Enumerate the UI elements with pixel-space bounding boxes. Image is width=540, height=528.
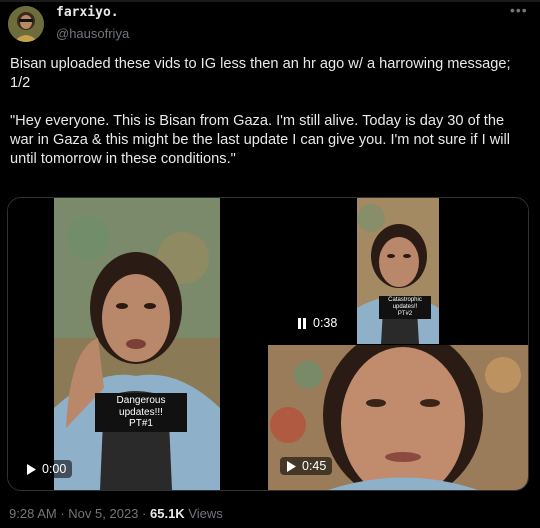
video-2-play-control[interactable]: 0:38	[291, 314, 343, 332]
video-1[interactable]: Dangerous updates!!! PT#1 0:00	[8, 198, 220, 490]
video-1-play-control[interactable]: 0:00	[20, 460, 73, 478]
views-count: 65.1K	[150, 506, 185, 521]
video-1-caption-sticker: Dangerous updates!!! PT#1	[95, 393, 187, 432]
avatar[interactable]	[8, 6, 44, 42]
video-3-duration: 0:45	[302, 459, 327, 473]
avatar-image	[8, 6, 44, 42]
video-2-caption-sticker: Catastrophic updates!! PT#2	[379, 296, 431, 319]
video-3-play-control[interactable]: 0:45	[280, 457, 333, 475]
video-1-caption-line2: PT#1	[129, 418, 153, 429]
separator: ·	[142, 506, 147, 521]
more-options-button[interactable]: •••	[510, 2, 528, 18]
media-grid: Dangerous updates!!! PT#1 0:00 Catastrop…	[7, 197, 529, 491]
video-2-duration: 0:38	[313, 316, 338, 330]
pause-icon	[298, 317, 306, 329]
tweet-date[interactable]: Nov 5, 2023	[68, 506, 138, 521]
top-divider	[0, 0, 540, 2]
video-3[interactable]: 0:45	[268, 345, 528, 490]
video-1-duration: 0:00	[42, 462, 67, 476]
author-display-name[interactable]: farxiyo.	[56, 5, 119, 20]
play-icon	[287, 460, 296, 472]
author-handle[interactable]: @hausofriya	[56, 26, 129, 41]
more-horizontal-icon: •••	[510, 2, 528, 18]
video-2[interactable]: Catastrophic updates!! PT#2 0:38	[221, 198, 528, 344]
tweet-text: Bisan uploaded these vids to IG less the…	[10, 56, 511, 167]
separator: ·	[60, 506, 65, 521]
tweet-time[interactable]: 9:28 AM	[9, 506, 57, 521]
video-1-thumbnail	[54, 198, 220, 490]
video-1-caption-line1: Dangerous updates!!!	[116, 395, 166, 418]
video-2-thumbnail	[357, 198, 439, 344]
video-2-caption-line1: Catastrophic updates!!	[388, 297, 422, 310]
video-2-caption-line2: PT#2	[397, 310, 413, 317]
tweet-meta: 9:28 AM · Nov 5, 2023 · 65.1K Views	[9, 506, 223, 521]
views-label: Views	[188, 506, 223, 521]
play-icon	[27, 463, 36, 475]
